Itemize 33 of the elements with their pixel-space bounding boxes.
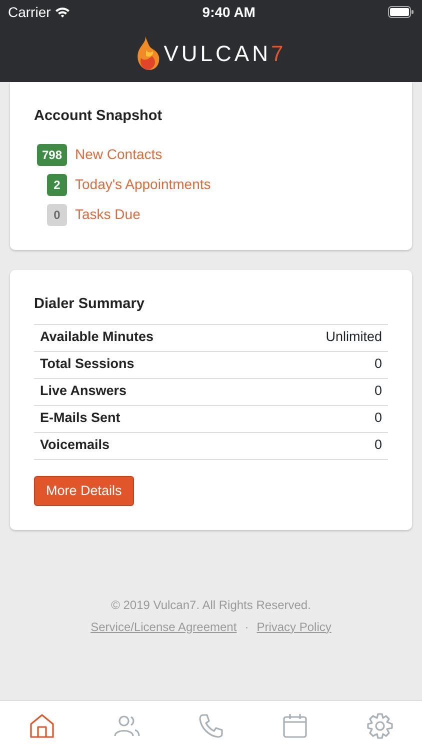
count-badge: 798 (36, 144, 67, 166)
row-label: Total Sessions (40, 355, 134, 374)
row-value: 0 (374, 409, 382, 428)
settings-icon[interactable] (366, 712, 394, 740)
wifi-icon (54, 6, 70, 18)
row-label: Live Answers (40, 382, 127, 400)
row-label: E-Mails Sent (40, 409, 120, 428)
count-badge: 2 (47, 174, 67, 196)
row-value: 0 (374, 382, 382, 400)
copyright-text: © 2019 Vulcan7. All Rights Reserved. (110, 596, 312, 614)
row-value: 0 (374, 355, 382, 374)
separator-dot: · (244, 618, 249, 636)
snapshot-link[interactable]: New Contacts (75, 144, 162, 166)
card-title: Account Snapshot (34, 107, 164, 126)
license-link[interactable]: Service/License Agreement (90, 618, 237, 636)
snapshot-link[interactable]: Today's Appointments (75, 174, 211, 196)
more-details-button[interactable]: More Details (34, 476, 134, 506)
count-badge: 0 (47, 204, 67, 226)
privacy-link[interactable]: Privacy Policy (256, 618, 332, 636)
row-label: Voicemails (40, 436, 110, 454)
flame-icon (136, 36, 160, 70)
card-title: Dialer Summary (34, 294, 146, 314)
battery-icon (388, 6, 414, 18)
carrier-name: Carrier (8, 2, 51, 22)
snapshot-link[interactable]: Tasks Due (75, 204, 140, 226)
phone-icon[interactable] (196, 712, 225, 740)
calendar-icon[interactable] (281, 712, 310, 740)
logo-text: VULCAN 7 (164, 40, 286, 68)
home-icon[interactable] (28, 712, 56, 740)
row-value: 0 (374, 436, 382, 454)
row-value: Unlimited (326, 328, 382, 346)
row-label: Available Minutes (40, 328, 154, 346)
status-time: 9:40 AM (202, 2, 256, 22)
